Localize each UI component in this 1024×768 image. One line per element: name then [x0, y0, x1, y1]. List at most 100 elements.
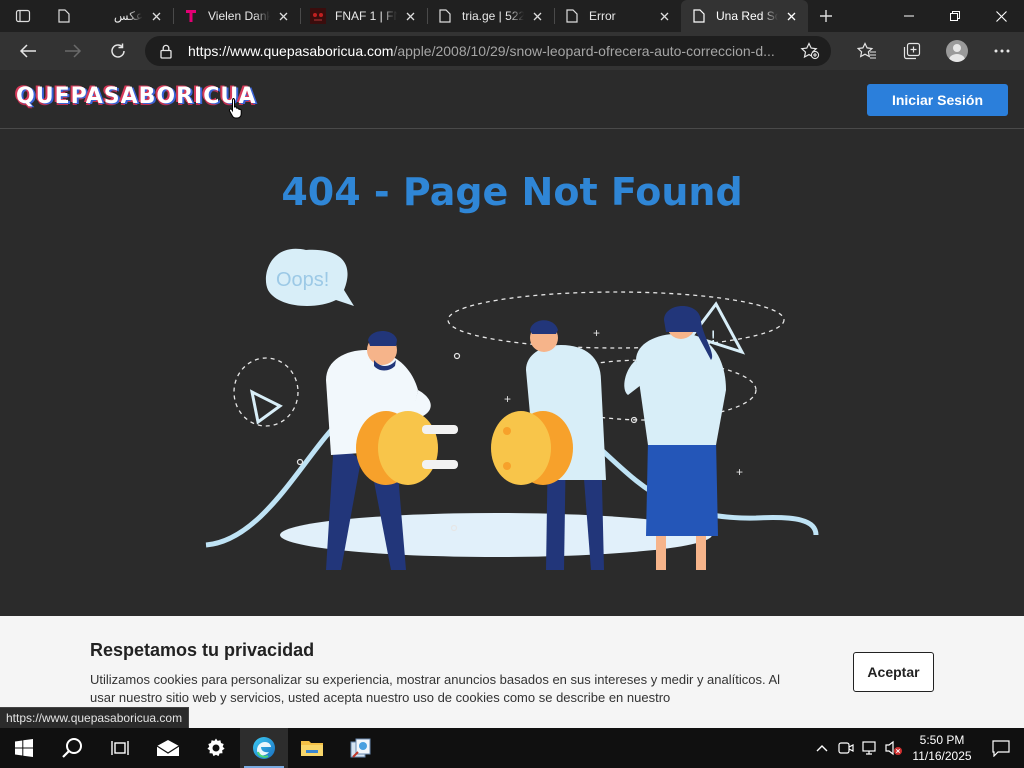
windows-logo-icon — [15, 739, 33, 757]
refresh-icon — [111, 43, 125, 58]
tab-2[interactable]: Vielen Dank — [173, 0, 300, 32]
web-page: QUEPASABORICUA Iniciar Sesión 404 - Page… — [0, 70, 1024, 728]
edge-app-button[interactable] — [240, 728, 288, 768]
restore-icon — [950, 11, 960, 21]
taskbar-clock[interactable]: 5:50 PM 11/16/2025 — [906, 732, 978, 764]
add-favorite-icon[interactable] — [799, 42, 821, 60]
volume-button[interactable] — [882, 728, 906, 768]
svg-text:+: + — [736, 465, 743, 479]
close-window-button[interactable] — [978, 0, 1024, 32]
window-controls — [886, 0, 1024, 32]
close-tab-icon[interactable] — [528, 7, 546, 25]
tab-title: FNAF 1 | FNAF — [335, 9, 397, 23]
app-installer-button[interactable] — [336, 728, 384, 768]
show-hidden-icons-button[interactable] — [810, 728, 834, 768]
tab-4[interactable]: tria.ge | 522 — [427, 0, 554, 32]
address-bar[interactable]: https://www.quepasaboricua.com/apple/200… — [145, 36, 831, 66]
notification-center-button[interactable] — [978, 728, 1024, 768]
tab-actions-icon — [15, 9, 31, 23]
forward-button[interactable] — [55, 35, 91, 67]
chevron-up-icon — [816, 745, 828, 752]
start-button[interactable] — [0, 728, 48, 768]
accept-cookies-button[interactable]: Aceptar — [853, 652, 934, 692]
plus-icon — [820, 10, 832, 22]
status-bar-url: https://www.quepasaboricua.com — [0, 707, 190, 728]
settings-menu-button[interactable] — [979, 35, 1024, 67]
close-icon — [995, 10, 1007, 22]
restore-button[interactable] — [932, 0, 978, 32]
mail-app-button[interactable] — [144, 728, 192, 768]
more-dots-icon — [994, 49, 1009, 53]
collections-icon — [903, 42, 920, 60]
minimize-button[interactable] — [886, 0, 932, 32]
hand-pointer-cursor-icon — [228, 98, 242, 119]
login-button[interactable]: Iniciar Sesión — [867, 84, 1008, 116]
installer-icon — [350, 738, 371, 758]
volume-muted-icon — [885, 740, 902, 756]
browser-toolbar: https://www.quepasaboricua.com/apple/200… — [0, 32, 1024, 70]
collections-button[interactable] — [889, 35, 934, 67]
task-view-icon — [111, 741, 129, 755]
lock-icon[interactable] — [158, 44, 174, 59]
system-tray: 5:50 PM 11/16/2025 — [810, 728, 1024, 768]
search-icon — [62, 738, 82, 758]
svg-text:!: ! — [710, 327, 716, 346]
arrow-left-icon — [19, 44, 36, 58]
tab-1[interactable]: عکس — [46, 0, 173, 32]
plug-socket — [491, 411, 573, 485]
close-tab-icon[interactable] — [274, 7, 292, 25]
tab-title: Una Red Social — [716, 9, 778, 23]
url-path: /apple/2008/10/29/snow-leopard-ofrecera-… — [393, 43, 775, 59]
clock-time: 5:50 PM — [919, 733, 965, 747]
tab-6-active[interactable]: Una Red Social — [681, 0, 808, 32]
mail-icon — [156, 740, 180, 756]
refresh-button[interactable] — [100, 35, 136, 67]
site-header: QUEPASABORICUA Iniciar Sesión — [0, 70, 1024, 129]
fnaf-icon — [310, 8, 326, 24]
document-icon — [564, 8, 580, 24]
close-tab-icon[interactable] — [655, 7, 673, 25]
cookie-title: Respetamos tu privacidad — [90, 640, 315, 660]
disconnected-plug-illustration: Oops! ! + + + — [205, 248, 819, 570]
tab-title: عکس — [113, 9, 143, 23]
new-tab-button[interactable] — [808, 0, 844, 32]
favorites-button[interactable] — [844, 35, 889, 67]
file-explorer-button[interactable] — [288, 728, 336, 768]
document-icon — [437, 8, 453, 24]
search-button[interactable] — [48, 728, 96, 768]
close-tab-icon[interactable] — [401, 7, 419, 25]
tab-3[interactable]: FNAF 1 | FNAF — [300, 0, 427, 32]
error-title: 404 - Page Not Found — [281, 170, 743, 214]
network-button[interactable] — [858, 728, 882, 768]
url-text[interactable]: https://www.quepasaboricua.com/apple/200… — [188, 43, 793, 59]
tab-actions-button[interactable] — [0, 0, 46, 32]
minimize-icon — [904, 15, 914, 17]
tab-5[interactable]: Error — [554, 0, 681, 32]
task-view-button[interactable] — [96, 728, 144, 768]
settings-app-button[interactable] — [192, 728, 240, 768]
favorites-star-icon — [856, 42, 876, 59]
toolbar-right — [844, 32, 1024, 70]
document-icon — [691, 8, 707, 24]
profile-button[interactable] — [934, 35, 979, 67]
gear-icon — [207, 738, 225, 757]
cookie-text: Utilizamos cookies para personalizar su … — [90, 672, 781, 705]
site-logo[interactable]: QUEPASABORICUA — [16, 84, 257, 109]
clock-date: 11/16/2025 — [912, 749, 972, 763]
close-tab-icon[interactable] — [782, 7, 800, 25]
network-icon — [862, 741, 876, 755]
back-button[interactable] — [10, 35, 46, 67]
svg-text:+: + — [504, 392, 511, 406]
svg-text:+: + — [593, 326, 600, 340]
windows-taskbar: 5:50 PM 11/16/2025 — [0, 728, 1024, 768]
meet-now-button[interactable] — [834, 728, 858, 768]
browser-tab-strip: عکس Vielen Dank FNAF 1 | FNAF tria.ge | … — [0, 0, 1024, 32]
edge-icon — [253, 737, 275, 759]
notification-icon — [992, 740, 1010, 757]
telekom-icon — [183, 8, 199, 24]
avatar-icon — [945, 40, 968, 62]
tab-title: Error — [589, 9, 616, 23]
webcam-icon — [838, 742, 854, 754]
url-host: https://www.quepasaboricua.com — [188, 43, 394, 59]
close-tab-icon[interactable] — [147, 7, 165, 25]
